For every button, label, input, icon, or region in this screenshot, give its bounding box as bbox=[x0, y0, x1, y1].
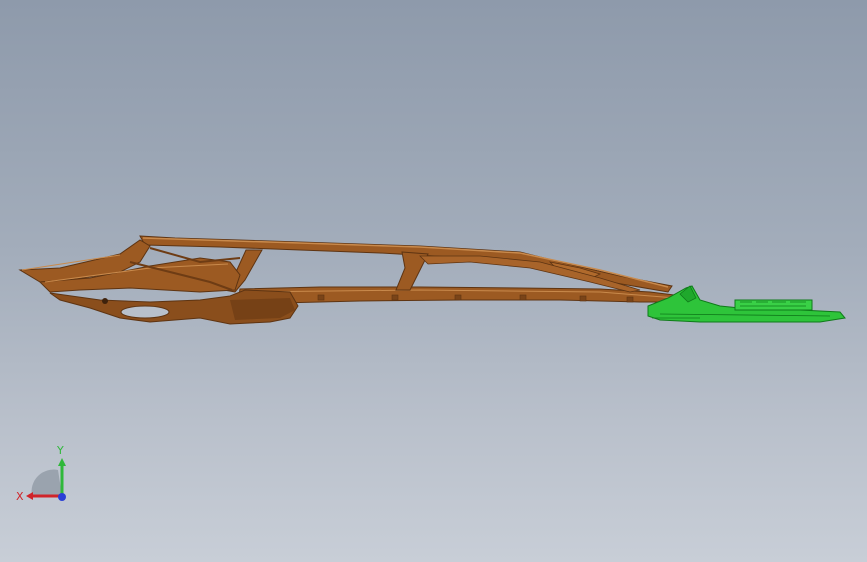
frame-front-opening bbox=[120, 305, 170, 319]
triad-z-axis bbox=[58, 493, 66, 501]
green-part[interactable] bbox=[647, 285, 846, 323]
green-part-raised-block bbox=[734, 299, 813, 311]
view-orientation-triad[interactable]: X Y bbox=[10, 440, 80, 510]
triad-plane-indicator bbox=[31, 469, 62, 496]
model-graphics[interactable] bbox=[0, 0, 867, 562]
brown-frame-part[interactable] bbox=[18, 235, 691, 325]
frame-front-hole bbox=[102, 298, 108, 304]
cad-viewport[interactable]: X Y bbox=[0, 0, 867, 562]
triad-y-arrowhead bbox=[58, 458, 66, 466]
triad-x-label: X bbox=[16, 490, 24, 503]
triad-y-label: Y bbox=[56, 444, 64, 457]
triad-x-arrowhead bbox=[26, 492, 33, 500]
